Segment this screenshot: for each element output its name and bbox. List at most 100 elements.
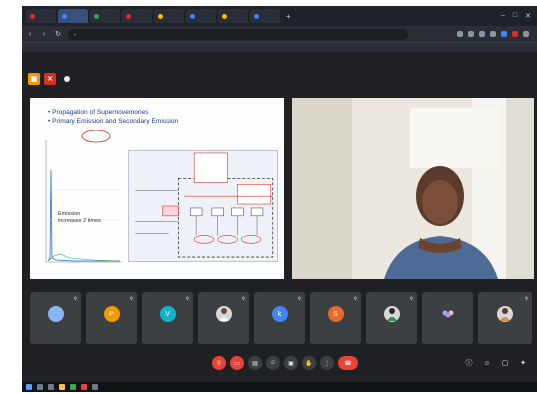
participant-tile[interactable]: ⚲ P (86, 292, 137, 344)
bookmarks-bar (22, 42, 537, 52)
browser-tab[interactable] (154, 9, 184, 23)
screen-photo: + – □ ✕ ‹ › ↻ ▪ ▣ ✕ • Propagation of Sup… (0, 0, 537, 394)
participant-tile[interactable]: ⚲ V (142, 292, 193, 344)
browser-tab[interactable] (218, 9, 248, 23)
browser-tab[interactable] (250, 9, 280, 23)
participant-avatar: P (103, 306, 120, 322)
participant-tile[interactable]: ⚲ (478, 292, 532, 344)
browser-tab-active[interactable] (58, 9, 88, 23)
mic-off-icon: ⚲ (524, 296, 528, 301)
windows-start-icon[interactable] (26, 384, 32, 390)
browser-tab[interactable] (26, 9, 56, 23)
browser-tab[interactable] (186, 9, 216, 23)
camera-off-icon[interactable]: ▭ (230, 356, 244, 370)
back-icon[interactable]: ‹ (26, 31, 34, 38)
task-view-icon[interactable] (48, 384, 54, 390)
participant-video-tile[interactable] (292, 98, 534, 279)
call-control-buttons: ⚲ ▭ ▤ ☺ ▣ ✋ ⋮ ☎ (212, 356, 358, 370)
others-avatars-icon (439, 306, 456, 322)
taskbar-app-icon[interactable] (92, 384, 98, 390)
presenter-banner (64, 76, 73, 82)
maximize-icon[interactable]: □ (513, 12, 517, 20)
extension-icon[interactable] (479, 31, 485, 37)
reload-icon[interactable]: ↻ (54, 30, 62, 38)
chrome-icon[interactable] (81, 384, 87, 390)
tab-favicon-icon (30, 13, 35, 19)
present-icon[interactable]: ▣ (284, 356, 298, 370)
participant-tile[interactable]: ⚲ k (254, 292, 305, 344)
forward-icon[interactable]: › (40, 31, 48, 38)
extension-icon[interactable] (457, 31, 463, 37)
taskbar-app-icon[interactable] (70, 384, 76, 390)
browser-tab-strip: + – □ ✕ (22, 6, 537, 26)
browser-tab[interactable] (90, 9, 120, 23)
extension-icon[interactable] (468, 31, 474, 37)
tab-favicon-icon (126, 13, 131, 19)
chat-icon[interactable]: ▢ (499, 356, 511, 370)
tab-favicon-icon (94, 13, 99, 19)
raise-hand-icon[interactable]: ✋ (302, 356, 316, 370)
participant-avatar: V (159, 306, 176, 322)
mic-off-icon: ⚲ (73, 296, 77, 301)
window-controls: – □ ✕ (501, 12, 537, 20)
slide-circuit-diagram (128, 150, 278, 262)
mic-off-icon: ⚲ (185, 296, 189, 301)
emoji-icon[interactable]: ☺ (266, 356, 280, 370)
slide-bullet: • Propagation of Supernovemories (48, 109, 149, 116)
address-bar[interactable]: ▪ (68, 28, 408, 40)
presenter-avatar-icon (64, 76, 70, 82)
hang-up-icon[interactable]: ☎ (338, 356, 358, 370)
side-panel-buttons: ⓘ ☺ ▢ ✦ (463, 356, 529, 370)
participant-tile[interactable]: ⚲ (30, 292, 81, 344)
mic-off-icon[interactable]: ⚲ (212, 356, 226, 370)
participant-tile-others[interactable] (422, 292, 473, 344)
new-tab-button[interactable]: + (282, 12, 295, 21)
participant-avatar (47, 306, 64, 322)
os-taskbar (22, 382, 537, 392)
more-options-icon[interactable]: ⋮ (320, 356, 334, 370)
extension-icon[interactable] (490, 31, 496, 37)
profile-icon[interactable] (523, 31, 529, 37)
slide-bullets: • Propagation of Supernovemories • Prima… (48, 108, 178, 126)
participant-avatar: S (327, 306, 344, 322)
search-icon[interactable] (37, 384, 43, 390)
meeting-controls: ⚲ ▭ ▤ ☺ ▣ ✋ ⋮ ☎ ⓘ ☺ ▢ ✦ (22, 350, 537, 378)
slide-bullet: • Primary Emission and Secondary Emissio… (48, 118, 179, 125)
lock-icon: ▪ (74, 31, 76, 37)
mic-off-icon: ⚲ (409, 296, 413, 301)
participant-strip: ⚲ ⚲ P ⚲ V ⚲ ⚲ k ⚲ S ⚲ ⚲ (30, 292, 535, 344)
tab-favicon-icon (222, 13, 227, 19)
extension-icon[interactable] (512, 31, 518, 37)
video-meeting: ▣ ✕ • Propagation of Supernovemories • P… (22, 52, 537, 382)
participant-tile[interactable]: ⚲ (366, 292, 417, 344)
extension-icons (457, 31, 533, 37)
captions-icon[interactable]: ▤ (248, 356, 262, 370)
tab-favicon-icon (62, 13, 67, 19)
participant-photo-avatar (215, 306, 232, 322)
participant-tile[interactable]: ⚲ S (310, 292, 361, 344)
participant-video (292, 98, 534, 279)
activities-icon[interactable]: ✦ (517, 356, 529, 370)
extension-icon[interactable] (501, 31, 507, 37)
mic-off-icon: ⚲ (297, 296, 301, 301)
slide-annotation: Emission increases 2 times (58, 211, 101, 224)
participant-tile[interactable]: ⚲ (198, 292, 249, 344)
participant-avatar: k (271, 306, 288, 322)
browser-toolbar: ‹ › ↻ ▪ (22, 26, 537, 42)
mic-off-icon: ⚲ (353, 296, 357, 301)
participant-photo-avatar (383, 306, 400, 322)
stop-presenting-icon[interactable]: ✕ (44, 73, 56, 85)
participant-photo-avatar (497, 306, 513, 322)
file-explorer-icon[interactable] (59, 384, 65, 390)
close-icon[interactable]: ✕ (525, 12, 531, 20)
shared-slide[interactable]: • Propagation of Supernovemories • Prima… (30, 98, 284, 279)
tab-favicon-icon (190, 13, 195, 19)
info-icon[interactable]: ⓘ (463, 356, 475, 370)
slide-spectrum-plot (45, 130, 122, 263)
minimize-icon[interactable]: – (501, 12, 505, 20)
browser-tab[interactable] (122, 9, 152, 23)
presentation-pin-icon[interactable]: ▣ (28, 73, 40, 85)
tab-favicon-icon (254, 13, 259, 19)
meeting-header: ▣ ✕ (28, 72, 73, 86)
people-icon[interactable]: ☺ (481, 356, 493, 370)
